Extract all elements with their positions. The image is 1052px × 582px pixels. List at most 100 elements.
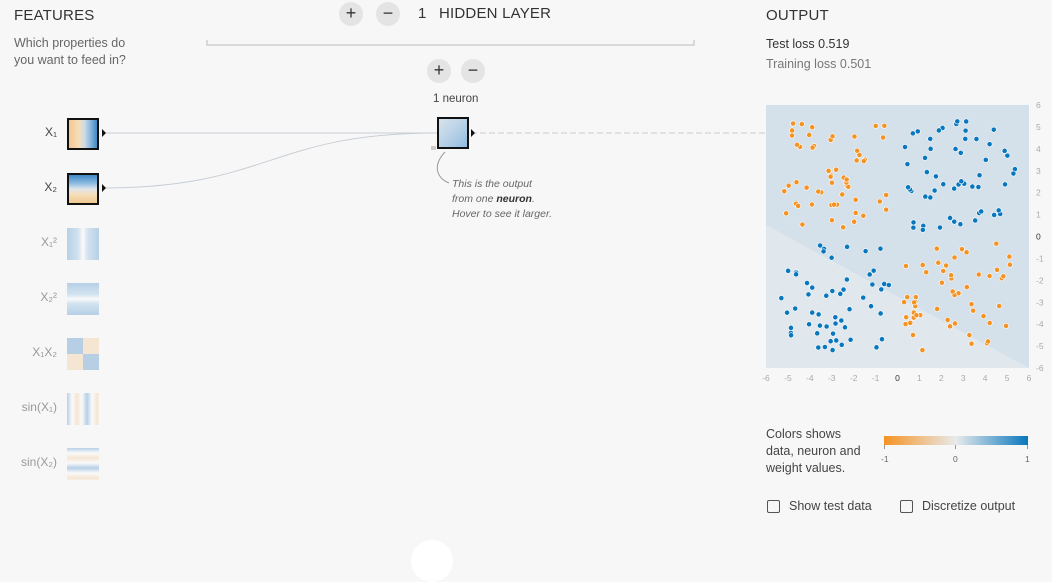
data-point (919, 262, 926, 268)
output-heatmap[interactable]: -6 -5 -4 -3 -2 -1 0 1 2 3 4 5 6 6 5 4 3 2 1 0 -1 -2 -3 -4 -5 -6 (755, 95, 1052, 390)
data-point (995, 207, 1002, 214)
data-point (923, 169, 930, 175)
data-point (851, 133, 858, 140)
add-layer-button[interactable]: + (339, 2, 363, 26)
data-point (815, 344, 822, 351)
data-point (785, 267, 792, 274)
discretize-output-label[interactable]: Discretize output (922, 499, 1015, 513)
legend-text-line2: data, neuron and (766, 444, 861, 458)
show-test-data-checkbox[interactable] (767, 500, 780, 513)
data-point (883, 192, 890, 198)
data-point (829, 288, 836, 294)
data-point (931, 187, 938, 194)
y-tick-label: -1 (1036, 253, 1044, 263)
neuron-hint-bold: neuron (496, 193, 532, 205)
data-point (962, 135, 969, 142)
data-point (799, 221, 806, 228)
data-point (959, 246, 965, 253)
data-point (817, 242, 824, 249)
data-point (829, 179, 835, 186)
data-point (831, 201, 837, 208)
data-point (1004, 152, 1011, 159)
data-point (990, 126, 997, 133)
data-point (944, 317, 951, 323)
data-point (910, 224, 917, 231)
remove-layer-button[interactable]: − (376, 2, 400, 26)
data-point (968, 301, 975, 308)
data-point (794, 141, 800, 148)
data-point (911, 299, 918, 306)
bottom-control-circle[interactable] (411, 540, 453, 582)
data-point (823, 323, 830, 330)
data-point (913, 312, 920, 319)
data-point (972, 217, 979, 224)
data-point (963, 284, 970, 290)
y-tick-label: -4 (1036, 319, 1044, 329)
data-point (878, 286, 885, 293)
data-point (879, 336, 885, 343)
neuron-thumbnail[interactable] (437, 117, 469, 149)
neuron-count-label: 1 neuron (433, 93, 479, 105)
x-tick-label: 2 (939, 373, 944, 383)
data-point (833, 166, 840, 173)
data-point (1010, 170, 1017, 177)
y-tick-label: 4 (1036, 144, 1041, 154)
data-point (783, 210, 790, 217)
data-point (986, 141, 993, 148)
x-tick-label: 4 (983, 373, 988, 383)
show-test-data-label[interactable]: Show test data (789, 499, 872, 513)
data-point (788, 332, 794, 339)
add-neuron-button[interactable]: + (427, 59, 451, 83)
data-point (927, 194, 934, 201)
data-point (994, 266, 1000, 273)
x-tick-label: -5 (784, 373, 792, 383)
data-point (781, 188, 788, 195)
data-point (868, 303, 874, 310)
data-point (881, 122, 888, 129)
data-point (966, 332, 973, 338)
data-point (853, 157, 860, 164)
data-point (817, 322, 823, 329)
data-point (982, 156, 989, 163)
data-point (784, 309, 790, 316)
data-point (843, 176, 850, 183)
data-point (851, 218, 858, 225)
data-point (839, 191, 846, 198)
data-point (975, 271, 982, 278)
data-point (904, 294, 911, 300)
remove-neuron-button[interactable]: − (461, 59, 485, 83)
data-point (903, 263, 909, 269)
data-point (919, 226, 926, 233)
data-point (870, 267, 877, 274)
data-point (842, 324, 848, 331)
data-point (785, 182, 792, 189)
legend-text-line1: Colors shows (766, 427, 842, 441)
data-point (829, 133, 836, 140)
discretize-output-checkbox[interactable] (900, 500, 913, 513)
data-point (991, 212, 998, 218)
x-tick-label: 5 (1005, 373, 1010, 383)
data-point (986, 273, 993, 279)
data-point (847, 336, 854, 343)
x2-output-arrow (102, 184, 106, 192)
x-tick-label: -2 (850, 373, 858, 383)
x-tick-label: -3 (828, 373, 836, 383)
data-point (947, 215, 953, 221)
data-point (1002, 181, 1008, 188)
output-title: OUTPUT (766, 7, 829, 24)
data-point (820, 248, 827, 255)
data-point (793, 271, 799, 278)
bias-marker (431, 146, 436, 150)
data-point (937, 224, 943, 231)
data-point (914, 128, 921, 135)
data-point (933, 173, 939, 180)
data-point (825, 167, 832, 174)
data-point (919, 347, 926, 354)
data-point (978, 208, 985, 215)
data-point (860, 212, 867, 219)
note-callout-line (436, 151, 450, 184)
y-tick-label: 1 (1036, 210, 1041, 220)
data-point (832, 320, 839, 327)
data-point (933, 245, 940, 252)
data-point (830, 330, 836, 337)
